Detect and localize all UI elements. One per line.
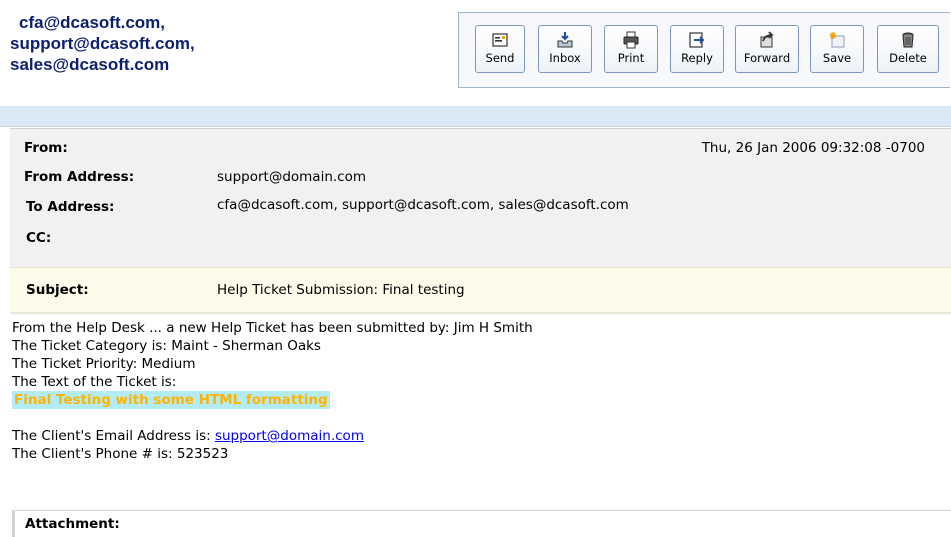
highlighted-ticket-text: Final Testing with some HTML formatting bbox=[12, 391, 330, 409]
to-address-label: To Address: bbox=[26, 199, 115, 215]
toolbar: Send Inbox Print Reply Forward Save Dele… bbox=[458, 12, 950, 88]
delete-icon bbox=[902, 32, 914, 48]
body-line-phone: The Client's Phone # is: 523523 bbox=[12, 446, 229, 462]
save-label: Save bbox=[822, 51, 852, 65]
email-prefix: The Client's Email Address is: bbox=[12, 428, 215, 444]
from-address-label: From Address: bbox=[24, 169, 135, 185]
inbox-icon bbox=[557, 32, 573, 48]
print-label: Print bbox=[617, 51, 645, 65]
message-header: cfa@dcasoft.com, support@dcasoft.com, sa… bbox=[0, 0, 951, 107]
from-row: From: Thu, 26 Jan 2006 09:32:08 -0700 bbox=[10, 133, 951, 161]
reply-label: Reply bbox=[681, 51, 713, 65]
send-icon bbox=[492, 33, 508, 47]
delete-label: Delete bbox=[889, 51, 927, 65]
recipient-1: cfa@dcasoft.com, bbox=[19, 13, 166, 32]
inbox-button[interactable]: Inbox bbox=[538, 25, 592, 73]
body-line-priority: The Ticket Priority: Medium bbox=[12, 356, 196, 372]
client-email-link[interactable]: support@domain.com bbox=[215, 428, 364, 444]
subject-label: Subject: bbox=[26, 282, 89, 298]
body-line-category: The Ticket Category is: Maint - Sherman … bbox=[12, 338, 321, 354]
message-details: From: Thu, 26 Jan 2006 09:32:08 -0700 Fr… bbox=[10, 128, 951, 315]
recipient-list: cfa@dcasoft.com, support@dcasoft.com, sa… bbox=[10, 12, 340, 75]
recipient-2: support@dcasoft.com, bbox=[10, 34, 195, 53]
body-line-text-intro: The Text of the Ticket is: bbox=[12, 374, 177, 390]
print-button[interactable]: Print bbox=[604, 25, 658, 73]
attachment-section: Attachment: bbox=[12, 510, 951, 537]
forward-icon bbox=[760, 31, 774, 48]
cc-row: CC: bbox=[10, 223, 951, 251]
forward-button[interactable]: Forward bbox=[735, 25, 799, 73]
delete-button[interactable]: Delete bbox=[877, 25, 939, 73]
from-address-row: From Address: support@domain.com bbox=[10, 162, 951, 190]
print-icon bbox=[623, 31, 639, 49]
header-divider-bar bbox=[0, 106, 951, 127]
subject-row: Subject: Help Ticket Submission: Final t… bbox=[10, 267, 951, 313]
from-address-value: support@domain.com bbox=[217, 169, 367, 185]
from-label: From: bbox=[24, 140, 68, 156]
send-button[interactable]: Send bbox=[475, 25, 525, 73]
to-address-row: To Address: cfa@dcasoft.com, support@dca… bbox=[10, 192, 951, 220]
reply-icon bbox=[689, 32, 705, 48]
cc-label: CC: bbox=[26, 230, 52, 246]
recipient-3: sales@dcasoft.com bbox=[10, 55, 170, 74]
body-line-submitted-by: From the Help Desk ... a new Help Ticket… bbox=[12, 320, 533, 336]
send-label: Send bbox=[485, 51, 515, 65]
inbox-label: Inbox bbox=[549, 51, 581, 65]
message-date: Thu, 26 Jan 2006 09:32:08 -0700 bbox=[701, 140, 925, 156]
message-body: From the Help Desk ... a new Help Ticket… bbox=[12, 319, 947, 463]
attachment-label: Attachment: bbox=[25, 516, 120, 532]
to-address-value: cfa@dcasoft.com, support@dcasoft.com, sa… bbox=[217, 197, 629, 213]
save-button[interactable]: Save bbox=[810, 25, 864, 73]
forward-label: Forward bbox=[743, 51, 791, 65]
reply-button[interactable]: Reply bbox=[670, 25, 724, 73]
body-line-email: The Client's Email Address is: support@d… bbox=[12, 427, 947, 445]
subject-value: Help Ticket Submission: Final testing bbox=[217, 282, 465, 298]
save-icon bbox=[829, 32, 845, 48]
